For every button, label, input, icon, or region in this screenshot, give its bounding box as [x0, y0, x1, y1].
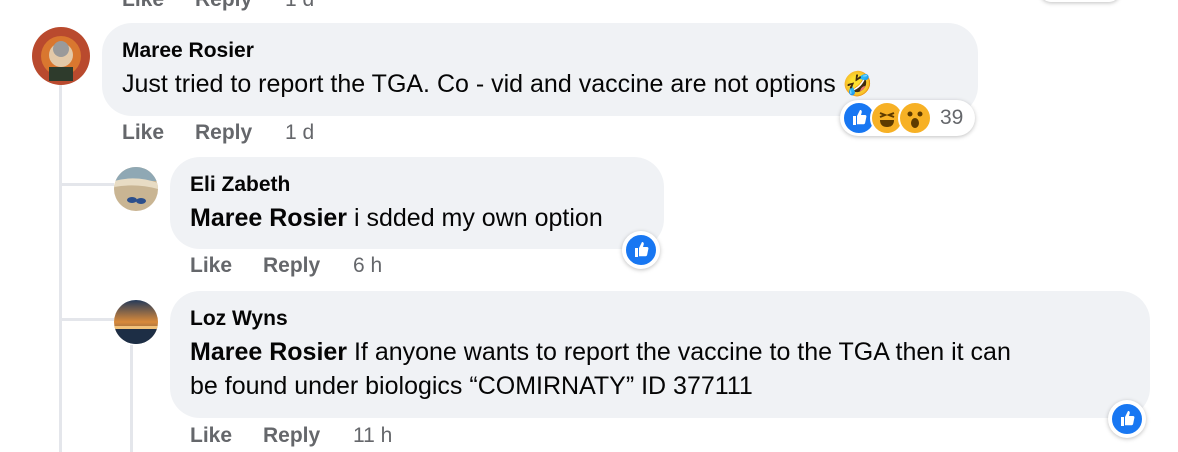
reply-button[interactable]: Reply	[195, 0, 252, 12]
avatar[interactable]	[114, 167, 158, 211]
like-icon	[1110, 402, 1144, 436]
thread-connector-loz	[59, 318, 114, 321]
comment-text: Maree Rosier If anyone wants to report t…	[190, 335, 1011, 369]
thread-line-main	[59, 85, 62, 452]
comment-body: If anyone wants to report the vaccine to…	[347, 338, 1011, 366]
timestamp: 6 h	[353, 254, 383, 277]
reaction-count: 39	[940, 106, 964, 129]
comment-text: Just tried to report the TGA. Co - vid a…	[122, 67, 873, 102]
like-button[interactable]: Like	[190, 254, 232, 278]
like-button[interactable]: Like	[190, 424, 232, 448]
wow-icon	[898, 101, 932, 135]
timestamp: 11 h	[353, 424, 393, 447]
comment-text-line2: be found under biologics “COMIRNATY” ID …	[190, 372, 753, 400]
reaction-summary[interactable]	[622, 231, 660, 269]
avatar[interactable]	[32, 27, 90, 85]
timestamp: 1 d	[285, 0, 314, 12]
thread-line-loz-replies	[130, 345, 133, 452]
comment-author[interactable]: Loz Wyns	[190, 307, 288, 331]
comment-bubble: Loz Wyns Maree Rosier If anyone wants to…	[170, 291, 1150, 418]
comment-author[interactable]: Maree Rosier	[122, 39, 254, 63]
like-icon	[624, 233, 658, 267]
comment-bubble: Eli Zabeth Maree Rosier i sdded my own o…	[170, 157, 664, 249]
laughing-emoji-icon: 🤣	[842, 71, 873, 98]
comment-author[interactable]: Eli Zabeth	[190, 173, 290, 197]
timestamp: 1 d	[285, 121, 315, 144]
avatar[interactable]	[114, 300, 158, 344]
reaction-summary-partial[interactable]	[1040, 0, 1120, 2]
mention-link[interactable]: Maree Rosier	[190, 338, 347, 366]
comment-text: Maree Rosier i sdded my own option	[190, 201, 603, 235]
comment-body: Just tried to report the TGA. Co - vid a…	[122, 70, 836, 98]
comment-body: i sdded my own option	[347, 204, 603, 232]
reply-button[interactable]: Reply	[263, 254, 320, 278]
reaction-summary[interactable]	[1108, 400, 1146, 438]
thread-connector-eli	[59, 183, 114, 186]
like-button[interactable]: Like	[122, 0, 164, 12]
reply-button[interactable]: Reply	[263, 424, 320, 448]
mention-link[interactable]: Maree Rosier	[190, 204, 347, 232]
reply-button[interactable]: Reply	[195, 121, 252, 145]
reaction-summary[interactable]: 39	[840, 100, 975, 136]
like-button[interactable]: Like	[122, 121, 164, 145]
